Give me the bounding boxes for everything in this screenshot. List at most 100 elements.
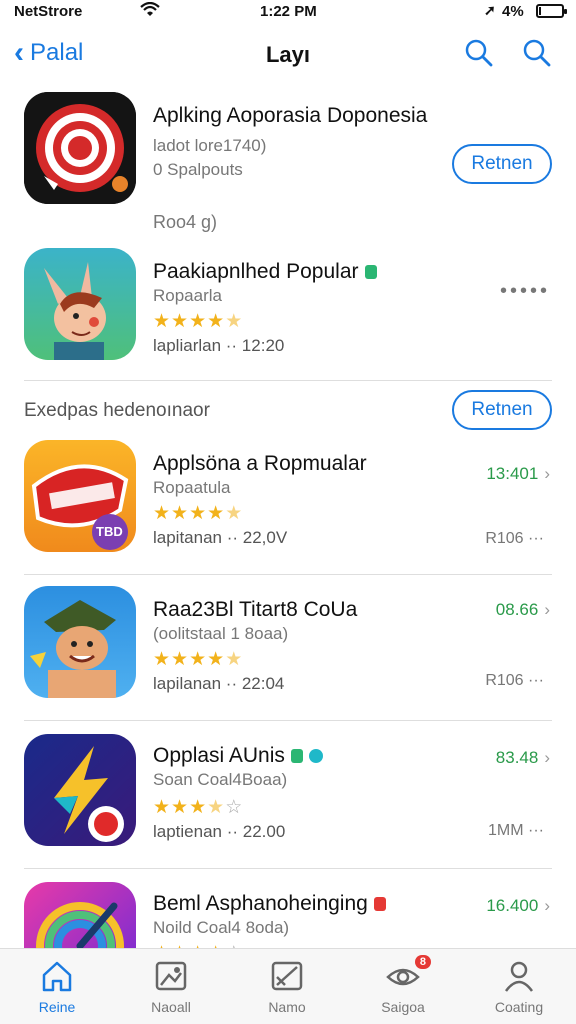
star-icon: ★	[171, 311, 190, 332]
battery-percent: 4%	[502, 3, 524, 20]
tab-label: Namo	[268, 999, 306, 1015]
status-bar: NetStrore 1:22 PM ➚ 4%	[0, 0, 576, 24]
character-hat-app-icon	[24, 586, 136, 698]
price-label[interactable]: 13:401 ›	[486, 464, 550, 484]
divider	[24, 868, 552, 869]
star-icon: ★	[153, 311, 172, 332]
star-rating: ★★★★★	[153, 310, 243, 333]
app-name: Opplasi AUnis	[153, 744, 323, 768]
get-button[interactable]: Retnen	[452, 144, 552, 184]
star-icon: ★	[207, 503, 226, 524]
price-label[interactable]: 83.48 ›	[496, 748, 550, 768]
app-extra: Roo4 g)	[153, 212, 218, 232]
tab-label: Saigoa	[381, 999, 425, 1015]
wifi-icon	[140, 1, 160, 22]
star-icon: ★	[171, 503, 190, 524]
rainbow-app-icon	[24, 882, 136, 948]
tab-label: Reine	[38, 999, 76, 1015]
tab-home[interactable]: Reine	[12, 959, 102, 1015]
hot-badge-icon	[373, 897, 386, 912]
app-item[interactable]: Aplking Aoporasia Doponesia ladot lore17…	[0, 92, 576, 242]
clock: 1:22 PM	[260, 3, 317, 20]
tab-namo[interactable]: Namo	[242, 959, 332, 1015]
tab-coating[interactable]: Coating	[474, 959, 564, 1015]
size-label: R106 ···	[485, 530, 544, 547]
app-name: Applsöna a Ropmualar	[153, 452, 367, 475]
star-rating: ★★★★★	[153, 502, 243, 525]
app-meta: lapitanan ·· 22,0V	[153, 528, 288, 547]
tab-naoall[interactable]: Naoall	[126, 959, 216, 1015]
star-icon: ★	[189, 649, 208, 670]
chat-badge-icon	[308, 749, 323, 764]
chevron-right-icon: ›	[544, 600, 550, 619]
star-icon: ★	[153, 649, 172, 670]
app-subtitle: Ropaatula	[153, 478, 231, 497]
divider	[24, 720, 552, 721]
star-icon: ☆	[225, 797, 244, 818]
section-button[interactable]: Retnen	[452, 390, 552, 430]
star-icon: ★	[189, 797, 208, 818]
notification-badge: 8	[414, 955, 431, 969]
star-icon: ★	[171, 649, 190, 670]
icon-badge-text: TBD	[96, 524, 123, 539]
star-rating: ★★★★★	[153, 648, 243, 671]
divider	[24, 380, 552, 381]
price-label[interactable]: 16.400 ›	[486, 896, 550, 916]
star-icon: ★	[225, 649, 244, 670]
more-icon[interactable]: •••••	[500, 280, 550, 303]
app-item[interactable]: Opplasi AUnis Soan Coal4Boaa) ★★★★☆ lapt…	[0, 734, 576, 854]
star-icon: ★	[189, 311, 208, 332]
badge-app-icon: TBD	[24, 440, 136, 552]
section-title: Exedpas hedenoınaor	[24, 400, 210, 421]
app-meta: lapliarlan ·· 12:20	[153, 336, 285, 355]
location-arrow-icon: ➚	[484, 2, 496, 18]
app-item[interactable]: Beml Asphanoheinging Noild Coal4 8oda) ★…	[0, 882, 576, 948]
app-subtitle: Soan Coal4Boaa)	[153, 770, 288, 789]
target-app-icon	[24, 92, 136, 204]
tab-saigoa[interactable]: 8 Saigoa	[358, 955, 448, 1015]
lightning-app-icon	[24, 734, 136, 846]
chevron-right-icon: ›	[544, 896, 550, 915]
app-subtitle: Noild Coal4 8oda)	[153, 918, 290, 937]
price-label[interactable]: 08.66 ›	[496, 600, 550, 620]
divider	[24, 574, 552, 575]
app-meta: lapilanan ·· 22:04	[153, 674, 285, 693]
editor-badge-icon	[290, 749, 303, 764]
tab-label: Coating	[494, 999, 544, 1015]
app-meta: 0 Spalpouts	[153, 160, 243, 179]
nav-bar: ‹ Palal Layı	[0, 28, 576, 84]
size-label: R106 ···	[485, 672, 544, 689]
carrier-label: NetStrore	[14, 3, 83, 20]
search-icon-secondary[interactable]	[522, 38, 552, 68]
app-subtitle: (oolitstaal 1 8oaa)	[153, 624, 289, 643]
app-subtitle: Ropaarla	[153, 286, 222, 305]
app-name: Raa23Bl Titart8 CoUa	[153, 598, 358, 621]
star-icon: ★	[207, 311, 226, 332]
picture-icon	[153, 959, 189, 993]
app-item[interactable]: Paakiapnlhed Popular Ropaarla ★★★★★ lapl…	[0, 248, 576, 368]
app-subtitle: ladot lore1740)	[153, 136, 267, 155]
image-icon	[269, 959, 305, 993]
app-item[interactable]: Raa23Bl Titart8 CoUa (oolitstaal 1 8oaa)…	[0, 586, 576, 706]
character-app-icon	[24, 248, 136, 360]
tab-bar: Reine Naoall Namo 8 Saigoa Coating	[0, 948, 576, 1024]
tab-label: Naoall	[151, 999, 191, 1015]
star-icon: ★	[207, 649, 226, 670]
editor-badge-icon	[364, 265, 377, 280]
home-icon	[39, 959, 75, 993]
star-icon: ★	[171, 797, 190, 818]
chevron-right-icon: ›	[544, 464, 550, 483]
app-name: Paakiapnlhed Popular	[153, 260, 377, 284]
star-icon: ★	[189, 503, 208, 524]
app-name: Beml Asphanoheinging	[153, 892, 386, 916]
chevron-right-icon: ›	[544, 748, 550, 767]
app-item[interactable]: TBD Applsöna a Ropmualar Ropaatula ★★★★★…	[0, 440, 576, 560]
eye-icon: 8	[385, 955, 431, 993]
app-meta: laptienan ·· 22.00	[153, 822, 286, 841]
star-icon: ★	[153, 503, 172, 524]
battery-icon	[536, 4, 567, 18]
app-name: Aplking Aoporasia Doponesia	[153, 104, 428, 127]
star-icon: ★	[225, 311, 244, 332]
search-icon[interactable]	[464, 38, 494, 68]
person-icon	[501, 959, 537, 993]
